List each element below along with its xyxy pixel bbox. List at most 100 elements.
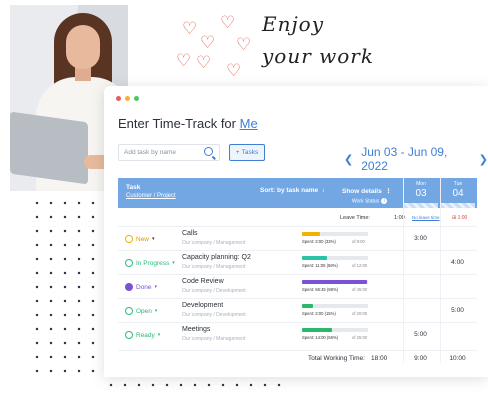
task-column-subheader[interactable]: Customer / Project — [126, 193, 176, 199]
task-name[interactable]: Meetings — [182, 326, 210, 333]
date-navigator: ❮ Jun 03 - Jun 09, 2022 ❯ — [344, 145, 488, 173]
clock-icon — [125, 259, 133, 267]
more-icon: ⋮ — [383, 188, 392, 195]
work-status-text: Work Status — [352, 198, 380, 205]
table-row[interactable]: Done ▾ Code Review Our company / Develop… — [118, 274, 477, 298]
day-column-tue: Tue 04 — [440, 178, 475, 208]
spent-text: Spent: 3:00 (15%) — [302, 311, 336, 316]
total-mon: 9:00 — [414, 355, 427, 362]
chevron-right-icon[interactable]: ❯ — [479, 153, 488, 166]
task-name[interactable]: Development — [182, 302, 223, 309]
task-name[interactable]: Calls — [182, 230, 198, 237]
table-row[interactable]: New ▾ Calls Our company / Management Spe… — [118, 226, 477, 250]
leave-time-tue-value: 1:00 — [457, 215, 468, 221]
heart-icon: ♡ — [200, 33, 216, 52]
photo-laptop — [10, 111, 88, 185]
progress-fill — [302, 304, 314, 308]
total-tue: 10:00 — [449, 355, 466, 362]
heart-icon: ♡ — [176, 51, 192, 70]
spent-text: Spent: 11:05 (56%) — [302, 263, 338, 268]
estimate-text: of 20:00 — [352, 311, 368, 316]
task-name[interactable]: Capacity planning: Q2 — [182, 254, 251, 261]
spent-text: Spent: 3:00 (33%) — [302, 239, 336, 244]
estimate-text: of 45:00 — [352, 287, 368, 292]
leave-time-row: Leave Time: 1:00 No leave time ⊞ 1:00 — [118, 213, 477, 225]
add-tasks-button[interactable]: + Tasks — [229, 144, 265, 161]
plus-icon: + — [235, 149, 240, 156]
spent-text: Spent: 14:00 (56%) — [302, 335, 339, 340]
progress-bar — [302, 256, 368, 260]
status-new-icon — [125, 235, 133, 243]
sort-control[interactable]: Sort: by task name ↓ — [260, 187, 325, 194]
hours-tue[interactable]: 5:00 — [440, 307, 475, 314]
day-number: 04 — [452, 188, 464, 199]
search-icon[interactable] — [204, 147, 213, 156]
status-label: Ready — [136, 331, 155, 339]
heart-icon: ♡ — [226, 61, 242, 80]
chevron-down-icon: ▾ — [157, 332, 161, 338]
leave-time-link[interactable]: No leave time — [412, 215, 440, 220]
progress-bar — [302, 280, 368, 284]
progress-bar — [302, 304, 368, 308]
doodle-your-work: your work — [262, 44, 374, 68]
status-dropdown[interactable]: Done ▾ — [125, 283, 157, 291]
progress-fill — [302, 256, 328, 260]
day-column-mon: Mon 03 — [403, 178, 438, 208]
task-project: Our company / Development — [182, 312, 246, 318]
total-value: 18:00 — [371, 355, 388, 362]
task-project: Our company / Management — [182, 336, 246, 342]
hours-tue[interactable]: 4:00 — [440, 259, 475, 266]
progress-bar — [302, 232, 368, 236]
task-project: Our company / Development — [182, 288, 246, 294]
table-row[interactable]: Open ▾ Development Our company / Develop… — [118, 298, 477, 322]
user-link[interactable]: Me — [240, 116, 258, 131]
chevron-left-icon[interactable]: ❮ — [344, 153, 353, 166]
status-dropdown[interactable]: New ▾ — [125, 235, 155, 243]
minimize-dot[interactable] — [125, 96, 130, 101]
play-icon — [125, 307, 133, 315]
tasks-button-label: Tasks — [241, 149, 259, 156]
day-name: Tue — [453, 181, 463, 187]
estimate-text: of 25:00 — [352, 335, 368, 340]
progress-fill — [302, 280, 367, 284]
status-dropdown[interactable]: In Progress ▾ — [125, 259, 175, 267]
table-row[interactable]: In Progress ▾ Capacity planning: Q2 Our … — [118, 250, 477, 274]
chevron-down-icon: ▾ — [172, 260, 175, 266]
hours-mon[interactable]: 5:00 — [403, 331, 438, 338]
chevron-down-icon: ▾ — [154, 308, 158, 314]
status-label: Done — [136, 283, 152, 291]
task-column-header[interactable]: Task — [126, 184, 140, 191]
work-status-label: Work Status i — [352, 198, 388, 205]
status-label: In Progress — [136, 259, 170, 267]
heart-icon: ♡ — [236, 35, 252, 54]
maximize-dot[interactable] — [134, 96, 139, 101]
dot-pattern-bottom — [104, 378, 288, 393]
day-name: Mon — [416, 181, 426, 187]
clock-icon — [125, 331, 133, 339]
show-details-control[interactable]: Show details ⋮ — [342, 187, 392, 195]
leave-time-label: Leave Time: — [340, 215, 370, 221]
info-icon[interactable]: i — [381, 198, 388, 204]
close-dot[interactable] — [116, 96, 121, 101]
task-name[interactable]: Code Review — [182, 278, 224, 285]
window-controls — [116, 96, 139, 101]
table-header: Task Customer / Project Sort: by task na… — [118, 178, 477, 208]
doodle-enjoy: Enjoy — [262, 12, 325, 36]
hours-mon[interactable]: 3:00 — [403, 235, 438, 242]
date-range[interactable]: Jun 03 - Jun 09, 2022 — [361, 145, 471, 173]
day-number: 03 — [415, 188, 427, 199]
status-dropdown[interactable]: Open ▾ — [125, 307, 157, 315]
leave-time-tue[interactable]: ⊞ 1:00 — [452, 215, 467, 221]
photo-face — [66, 25, 100, 69]
status-label: Open — [136, 307, 152, 315]
check-icon — [125, 283, 133, 291]
time-track-window: Enter Time-Track for Me Add task by name… — [104, 86, 488, 377]
progress-bar — [302, 328, 368, 332]
status-dropdown[interactable]: Ready ▾ — [125, 331, 160, 339]
sort-label: Sort: by task name — [260, 187, 319, 194]
task-project: Our company / Management — [182, 264, 246, 270]
column-divider — [403, 178, 404, 363]
heart-icon: ♡ — [196, 53, 212, 72]
table-row[interactable]: Ready ▾ Meetings Our company / Managemen… — [118, 322, 477, 346]
progress-fill — [302, 232, 320, 236]
